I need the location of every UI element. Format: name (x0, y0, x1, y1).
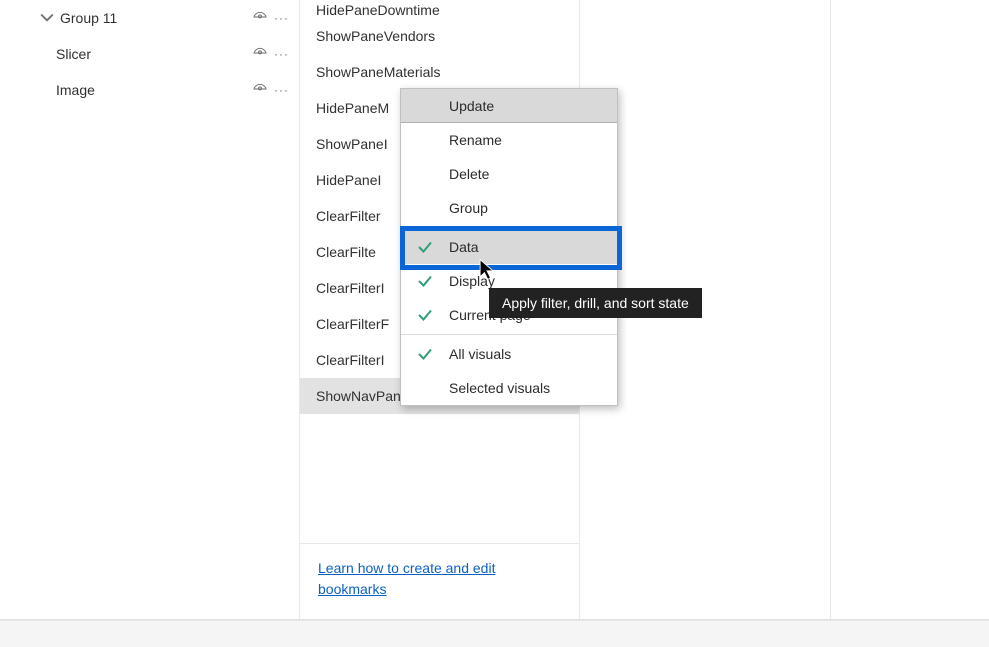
menu-separator (401, 334, 617, 335)
more-icon[interactable]: ··· (274, 83, 289, 97)
bookmark-label: ShowPaneI (316, 136, 388, 152)
visibility-icon[interactable] (252, 81, 268, 100)
selection-item-label: Image (56, 82, 252, 98)
selection-panel: Group 11 ··· Slicer ··· Image (0, 0, 300, 619)
check-icon (415, 344, 435, 364)
bookmark-label: ShowPaneMaterials (316, 64, 441, 80)
bookmark-label: HidePaneDowntime (316, 2, 440, 18)
visibility-icon[interactable] (252, 45, 268, 64)
check-icon (415, 237, 435, 257)
bookmark-label: HidePaneI (316, 172, 381, 188)
bookmark-item[interactable]: ShowPaneMaterials (300, 54, 579, 90)
check-icon (415, 271, 435, 291)
bookmark-label: ClearFilterI (316, 280, 384, 296)
menu-item-data[interactable]: Data (401, 230, 617, 264)
bookmark-label: ShowPaneVendors (316, 28, 435, 44)
bookmark-label: ClearFilte (316, 244, 376, 260)
selection-item-group11[interactable]: Group 11 ··· (0, 0, 299, 36)
bookmark-label: ClearFilterF (316, 316, 389, 332)
bookmark-label: HidePaneM (316, 100, 389, 116)
menu-item-rename[interactable]: Rename (401, 123, 617, 157)
right-edge-area (831, 0, 989, 619)
selection-item-slicer[interactable]: Slicer ··· (0, 36, 299, 72)
bookmark-context-menu: Update Rename Delete Group Data Display … (400, 88, 618, 406)
menu-item-selected-visuals[interactable]: Selected visuals (401, 371, 617, 405)
menu-item-label: Rename (449, 132, 502, 148)
check-icon (415, 305, 435, 325)
menu-item-all-visuals[interactable]: All visuals (401, 337, 617, 371)
menu-item-delete[interactable]: Delete (401, 157, 617, 191)
menu-item-label: Data (449, 239, 479, 255)
bookmark-item[interactable]: ShowPaneVendors (300, 18, 579, 54)
bookmark-item[interactable]: HidePaneDowntime (300, 0, 579, 18)
selection-item-label: Slicer (56, 46, 252, 62)
menu-item-label: All visuals (449, 346, 511, 362)
menu-item-label: Delete (449, 166, 489, 182)
learn-bookmarks-link[interactable]: Learn how to create and edit bookmarks (318, 560, 495, 596)
tooltip: Apply filter, drill, and sort state (489, 288, 702, 318)
menu-item-update[interactable]: Update (401, 89, 617, 123)
menu-item-label: Group (449, 200, 488, 216)
more-icon[interactable]: ··· (274, 11, 289, 25)
menu-item-label: Selected visuals (449, 380, 550, 396)
bookmark-label: ClearFilterI (316, 352, 384, 368)
tooltip-text: Apply filter, drill, and sort state (502, 295, 689, 311)
learn-link-container: Learn how to create and edit bookmarks (300, 543, 579, 619)
bookmark-label: ShowNavPanel (316, 388, 412, 404)
menu-item-label: Update (449, 98, 494, 114)
menu-separator (401, 227, 617, 228)
menu-item-label: Display (449, 273, 495, 289)
bookmark-label: ClearFilter (316, 208, 381, 224)
selection-item-image[interactable]: Image ··· (0, 72, 299, 108)
status-bar (0, 620, 989, 647)
selection-item-label: Group 11 (60, 10, 252, 26)
more-icon[interactable]: ··· (274, 47, 289, 61)
chevron-down-icon (40, 11, 54, 25)
menu-item-group[interactable]: Group (401, 191, 617, 225)
visibility-icon[interactable] (252, 9, 268, 28)
